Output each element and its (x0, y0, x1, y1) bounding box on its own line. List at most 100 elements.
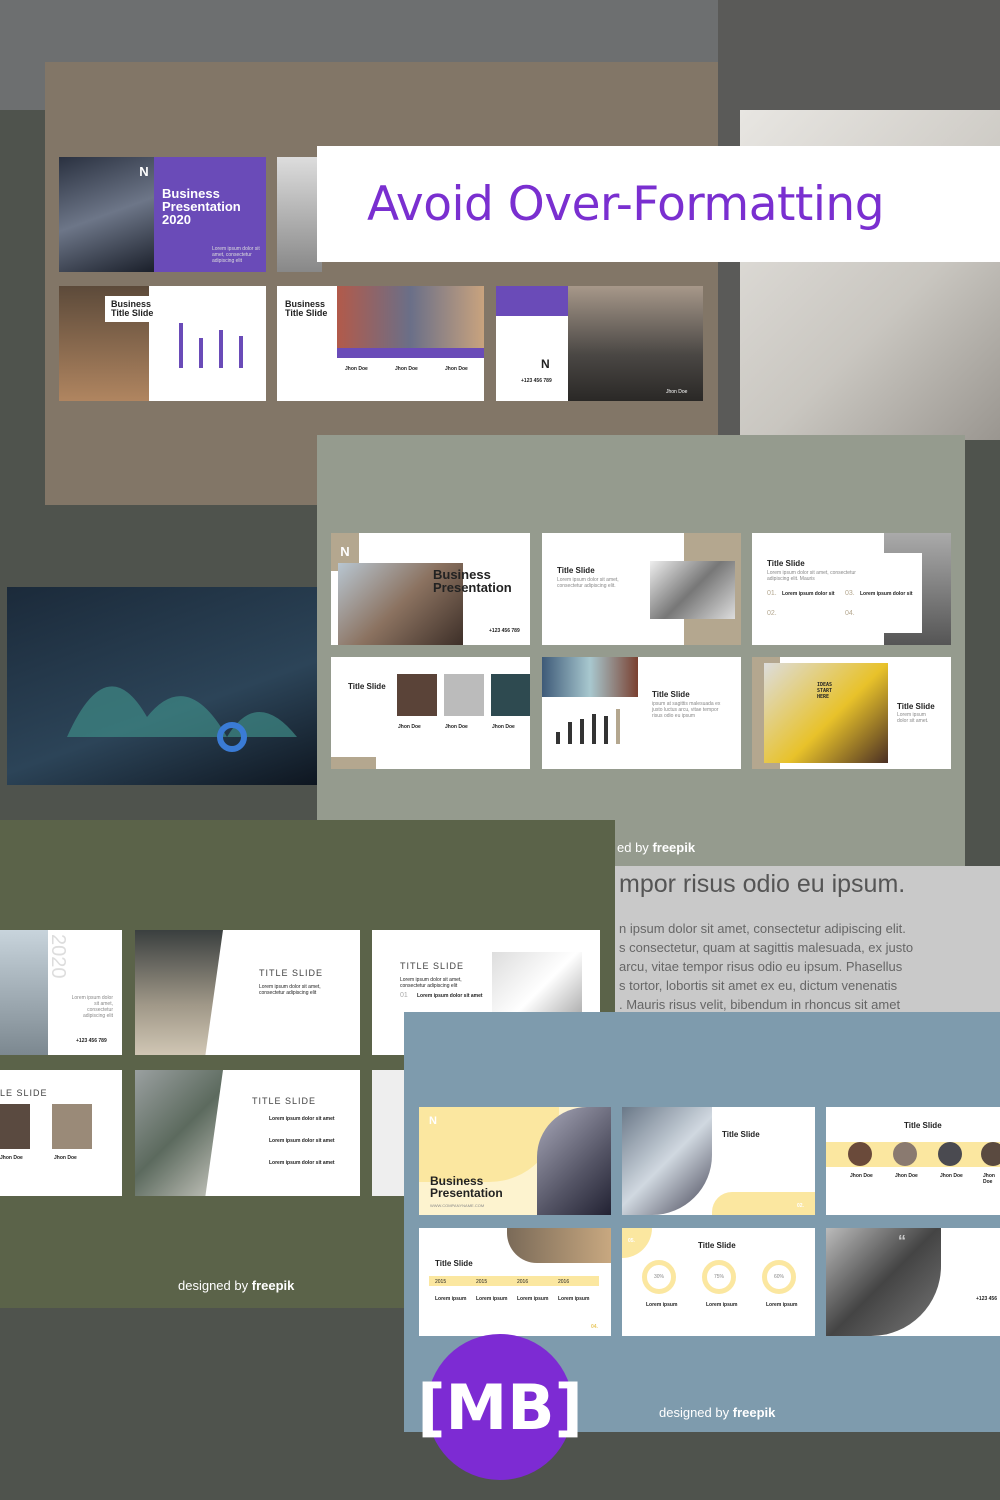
progress-ring: 60% (762, 1260, 796, 1294)
slide-title: TITLE SLIDE (400, 961, 465, 971)
freepik-logo: freepik (251, 1278, 295, 1293)
team-name: Jhon Doe (54, 1155, 77, 1161)
slide-text: Lorem ipsum dolor sit amet, consectetur … (400, 977, 462, 989)
template-panel-2: N Business Presentation +123 456 789 Tit… (317, 435, 965, 866)
slide-text: Lorem ipsum dolor sit amet. (897, 712, 929, 724)
cover-title: Business Presentation (433, 567, 512, 595)
city-photo (826, 1228, 941, 1336)
slide-title: Title Slide (767, 559, 805, 568)
designer-credit: designed by freepik (178, 1278, 295, 1293)
team-name: Jhon Doe (983, 1173, 995, 1185)
office-photo (135, 930, 223, 1055)
timeline-year: 2015 (476, 1279, 488, 1285)
slide-quote[interactable]: “ +123 456 (826, 1228, 1000, 1336)
n-logo: N (139, 163, 149, 179)
document-line: s consectetur, quam at sagittis malesuad… (619, 940, 914, 955)
dashboard-photo (542, 657, 638, 697)
timeline-year: 2016 (558, 1279, 570, 1285)
designer-credit: ed by freepik (617, 840, 696, 855)
n-logo: N (340, 543, 350, 559)
designer-credit: designed by freepik (659, 1405, 776, 1420)
slide-text: ipsum at sagittis malesuada ex justo luc… (652, 701, 721, 719)
slide-cover[interactable]: Business Presentation 2020 Lorem ipsum d… (59, 157, 266, 272)
crowd-photo (507, 1228, 611, 1263)
slide-aerial[interactable]: TITLE SLIDE Lorem ipsum dolor sit amet L… (135, 1070, 360, 1196)
slide-city[interactable]: N +123 456 789 Jhon Doe (496, 286, 703, 401)
slide-progress[interactable]: 05. Title Slide 30% 75% 60% Lorem ipsum … (622, 1228, 815, 1336)
timeline-label: Lorem ipsum (435, 1296, 467, 1302)
list-number: 03. (845, 590, 855, 597)
person-photo (848, 1142, 872, 1166)
n-logo: N (541, 357, 550, 371)
laptop-photo (650, 561, 735, 619)
headline: Avoid Over-Formatting (367, 176, 885, 232)
slide-team[interactable]: Business Title Slide Jhon Doe Jhon Doe J… (277, 286, 484, 401)
slide-list[interactable]: Title Slide Lorem ipsum dolor sit amet, … (752, 533, 951, 645)
progress-ring: 75% (702, 1260, 736, 1294)
phone-number: +123 456 789 (521, 378, 552, 384)
slide-title: Title Slide (698, 1241, 736, 1250)
document-line: n ipsum dolor sit amet, consectetur adip… (619, 921, 906, 936)
timeline-year: 2016 (517, 1279, 529, 1285)
slide-cover[interactable]: 2020 Lorem ipsum dolor sit amet, consect… (0, 930, 122, 1055)
person-photo (938, 1142, 962, 1166)
slide-text: Lorem ipsum dolor sit amet, consectetur … (557, 577, 619, 589)
slide-cover[interactable]: N Business Presentation WWW.COMPANYNAME.… (419, 1107, 611, 1215)
list-item: Lorem ipsum dolor sit amet (269, 1116, 335, 1122)
slide-timeline[interactable]: Title Slide 2015 2015 2016 2016 Lorem ip… (419, 1228, 611, 1336)
wall-sign: IDEAS START HERE (817, 682, 833, 700)
laptop-dashboard-photo (7, 587, 317, 785)
cover-year: 2020 (47, 934, 69, 979)
list-item: Lorem ipsum dolor sit (860, 591, 913, 597)
timeline-label: Lorem ipsum (476, 1296, 508, 1302)
cover-text: Lorem ipsum dolor sit amet, consectetur … (71, 995, 113, 1019)
slide-title: Title Slide (435, 1259, 473, 1268)
person-photo (52, 1104, 92, 1149)
slide-ideas[interactable]: N IDEAS START HERE Title Slide Lorem ips… (752, 657, 951, 769)
slide-team[interactable]: Title Slide Jhon Doe Jhon Doe Jhon Doe J… (826, 1107, 1000, 1215)
slide-title: LE SLIDE (0, 1088, 48, 1098)
document-preview: mpor risus odio eu ipsum. n ipsum dolor … (615, 866, 1000, 1012)
team-name: Jhon Doe (850, 1173, 873, 1179)
person-photo (893, 1142, 917, 1166)
slide-bar-chart[interactable]: Title Slide ipsum at sagittis malesuada … (542, 657, 741, 769)
bar-chart (174, 316, 254, 368)
slide-cover[interactable]: N Business Presentation +123 456 789 (331, 533, 530, 645)
slide-office[interactable]: TITLE SLIDE Lorem ipsum dolor sit amet, … (135, 930, 360, 1055)
team-name: Jhon Doe (895, 1173, 918, 1179)
team-name: Jhon Doe (492, 724, 515, 730)
slide-partial[interactable] (277, 157, 322, 272)
slide-text: Lorem ipsum dolor sit amet, consectetur … (767, 570, 856, 582)
slide-title: Title Slide (904, 1121, 942, 1130)
team-name: Jhon Doe (940, 1173, 963, 1179)
building-photo (0, 930, 48, 1055)
team-name: Jhon Doe (445, 724, 468, 730)
page-number: 02. (797, 1203, 804, 1209)
ring-label: Lorem ipsum (646, 1302, 678, 1308)
timeline-year: 2015 (435, 1279, 447, 1285)
slide-laptop[interactable]: Title Slide Lorem ipsum dolor sit amet, … (542, 533, 741, 645)
list-item: Lorem ipsum dolor sit amet (269, 1160, 335, 1166)
list-number: 01 (400, 992, 408, 999)
person-photo (397, 674, 437, 716)
phone-number: +123 456 789 (489, 628, 520, 634)
slide-title: Business Title Slide (105, 296, 165, 322)
city-photo (568, 286, 703, 401)
slide-title: Business Title Slide (285, 299, 328, 318)
page-number: 05. (628, 1238, 635, 1244)
team-name: Jhon Doe (0, 1155, 23, 1161)
slide-title: Title Slide (557, 566, 595, 575)
person-photo (981, 1142, 1000, 1166)
cover-title: Business Presentation (430, 1174, 503, 1200)
freepik-logo: freepik (732, 1405, 776, 1420)
team-name: Jhon Doe (445, 366, 468, 372)
slide-title: TITLE SLIDE (252, 1096, 317, 1106)
dashboard-chart-icon (67, 686, 297, 752)
slide-chart[interactable]: Business Title Slide (59, 286, 266, 401)
person-photo (444, 674, 484, 716)
slide-bridge[interactable]: Title Slide 02. (622, 1107, 815, 1215)
person-photo (0, 1104, 30, 1149)
slide-team[interactable]: Title Slide Jhon Doe Jhon Doe Jhon Doe (331, 657, 530, 769)
cover-title: Business Presentation 2020 (162, 186, 241, 227)
slide-team[interactable]: LE SLIDE Jhon Doe Jhon Doe (0, 1070, 122, 1196)
